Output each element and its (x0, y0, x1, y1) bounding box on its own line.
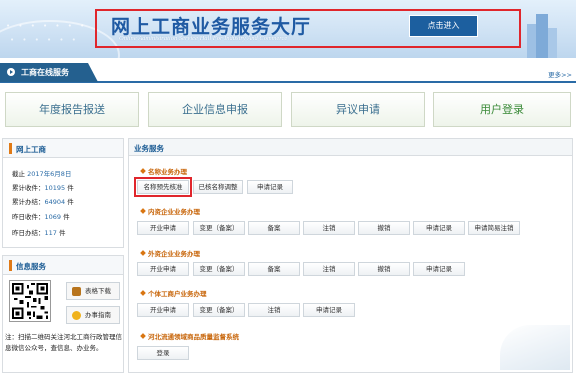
individual-cancel-button[interactable]: 注销 (248, 303, 300, 317)
header-bar-icon (9, 143, 12, 154)
domestic-change-button[interactable]: 变更（备案） (193, 221, 245, 235)
qr-code-icon (9, 280, 51, 322)
online-service-label: 工商在线服务 (21, 68, 69, 77)
domestic-records-button[interactable]: 申请记录 (413, 221, 465, 235)
business-service-panel: 业务服务 名称业务办理 名称预先核准 已核名称调整 申请记录 内资企业业务办理 … (128, 138, 573, 373)
domestic-revoke-button[interactable]: 撤销 (358, 221, 410, 235)
info-service-panel: 信息服务 表格下载 办事指南 注：扫描二维码关注河北工商行政管理信息微信公众号，… (2, 255, 124, 373)
diamond-icon (140, 168, 146, 174)
info-service-header: 信息服务 (3, 256, 123, 275)
stat-deadline: 截止 2017年6月8日 (12, 170, 72, 178)
header-banner: • • • • • • • • • • • • • 网上工商业务服务大厅 Onl… (0, 0, 576, 58)
diamond-icon (140, 208, 146, 214)
more-link[interactable]: 更多>> (548, 69, 572, 79)
annual-report-button[interactable]: 年度报告报送 (5, 92, 139, 127)
foreign-cancel-button[interactable]: 注销 (303, 262, 355, 276)
domestic-open-button[interactable]: 开业申请 (137, 221, 189, 235)
foreign-open-button[interactable]: 开业申请 (137, 262, 189, 276)
banner-dots-decoration-2: • • • • • • (10, 36, 79, 44)
domestic-filing-button[interactable]: 备案 (248, 221, 300, 235)
individual-open-button[interactable]: 开业申请 (137, 303, 189, 317)
service-hall-highlight-box: 网上工商业务服务大厅 Online Administration Service… (95, 9, 521, 48)
qr-note: 注：扫描二维码关注河北工商行政管理信息微信公众号，查信息、办业务。 (5, 333, 122, 352)
name-pre-approval-button[interactable]: 名称预先核准 (134, 177, 192, 197)
domestic-simple-cancel-button[interactable]: 申请简易注销 (468, 221, 520, 235)
online-service-tab: 工商在线服务 (0, 63, 98, 82)
quality-login-button[interactable]: 登录 (137, 346, 189, 360)
stat-total-completed: 累计办结：64904 件 (12, 198, 74, 206)
online-business-panel: 网上工商 截止 2017年6月8日 累计收件：10195 件 累计办结：6490… (2, 138, 124, 248)
category-quality-supervision: 河北流通领域商品质量监督系统 (140, 331, 239, 341)
online-business-header: 网上工商 (3, 139, 123, 158)
stat-total-received: 累计收件：10195 件 (12, 184, 74, 192)
diamond-icon (140, 333, 146, 339)
play-circle-icon (7, 68, 15, 76)
enterprise-info-button[interactable]: 企业信息申报 (148, 92, 282, 127)
section-strip: 工商在线服务 更多>> (0, 63, 576, 83)
info-service-title: 信息服务 (16, 262, 46, 271)
name-adjust-button[interactable]: 已核名称调整 (193, 180, 243, 194)
category-individual-business: 个体工商户业务办理 (140, 288, 207, 298)
stat-yesterday-received: 昨日收件：1069 件 (12, 213, 70, 221)
service-hall-subtitle: Online Administration Service Hall For I… (119, 35, 288, 42)
category-name-business: 名称业务办理 (140, 166, 187, 176)
foreign-filing-button[interactable]: 备案 (248, 262, 300, 276)
domestic-cancel-button[interactable]: 注销 (303, 221, 355, 235)
header-bar-icon (9, 260, 12, 271)
building-icon (527, 14, 557, 58)
diamond-icon (140, 250, 146, 256)
business-service-title: 业务服务 (134, 144, 164, 153)
business-service-header: 业务服务 (129, 139, 572, 156)
download-icon (72, 287, 81, 296)
enter-hall-button[interactable]: 点击进入 (409, 15, 478, 37)
form-download-button[interactable]: 表格下载 (66, 282, 120, 300)
stat-yesterday-completed: 昨日办结：117 件 (12, 229, 66, 237)
individual-change-button[interactable]: 变更（备案） (193, 303, 245, 317)
form-download-label: 表格下载 (85, 287, 111, 295)
category-foreign-business: 外资企业业务办理 (140, 248, 200, 258)
corner-decoration (500, 325, 570, 370)
foreign-records-button[interactable]: 申请记录 (413, 262, 465, 276)
user-login-button[interactable]: 用户登录 (433, 92, 571, 127)
online-business-title: 网上工商 (16, 145, 46, 154)
objection-request-button[interactable]: 异议申请 (291, 92, 425, 127)
foreign-change-button[interactable]: 变更（备案） (193, 262, 245, 276)
diamond-icon (140, 290, 146, 296)
name-records-button[interactable]: 申请记录 (247, 180, 293, 194)
banner-dots-decoration: • • • • • • • (6, 22, 88, 30)
individual-records-button[interactable]: 申请记录 (303, 303, 355, 317)
guide-button[interactable]: 办事指南 (66, 306, 120, 324)
foreign-revoke-button[interactable]: 撤销 (358, 262, 410, 276)
lightbulb-icon (72, 311, 81, 320)
guide-label: 办事指南 (85, 311, 111, 319)
category-domestic-business: 内资企业业务办理 (140, 206, 200, 216)
